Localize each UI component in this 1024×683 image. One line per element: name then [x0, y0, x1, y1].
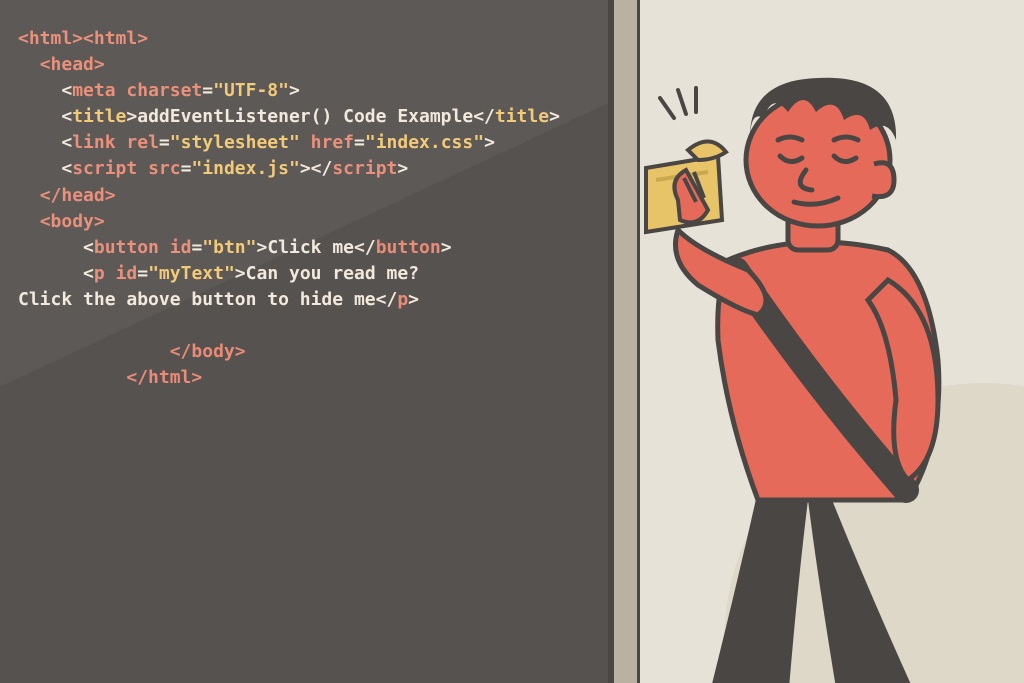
tag-body-close: </body> — [170, 341, 246, 362]
tag-html-2: <html> — [83, 28, 148, 49]
code-block: <html><html> <head> <meta charset="UTF-8… — [18, 26, 590, 391]
illustration-panel — [608, 0, 1024, 683]
tag-html-1: <html> — [18, 28, 83, 49]
person-head — [746, 78, 896, 226]
listening-person-icon — [638, 60, 1024, 683]
tag-body-open: <body> — [40, 211, 105, 232]
code-editor: <html><html> <head> <meta charset="UTF-8… — [0, 0, 608, 683]
tag-head-open: <head> — [40, 54, 105, 75]
person-body — [674, 170, 938, 683]
tag-html-close: </html> — [126, 367, 202, 388]
sound-ticks-icon — [660, 88, 696, 118]
doorframe-inner — [614, 0, 640, 683]
tag-head-close: </head> — [40, 185, 116, 206]
